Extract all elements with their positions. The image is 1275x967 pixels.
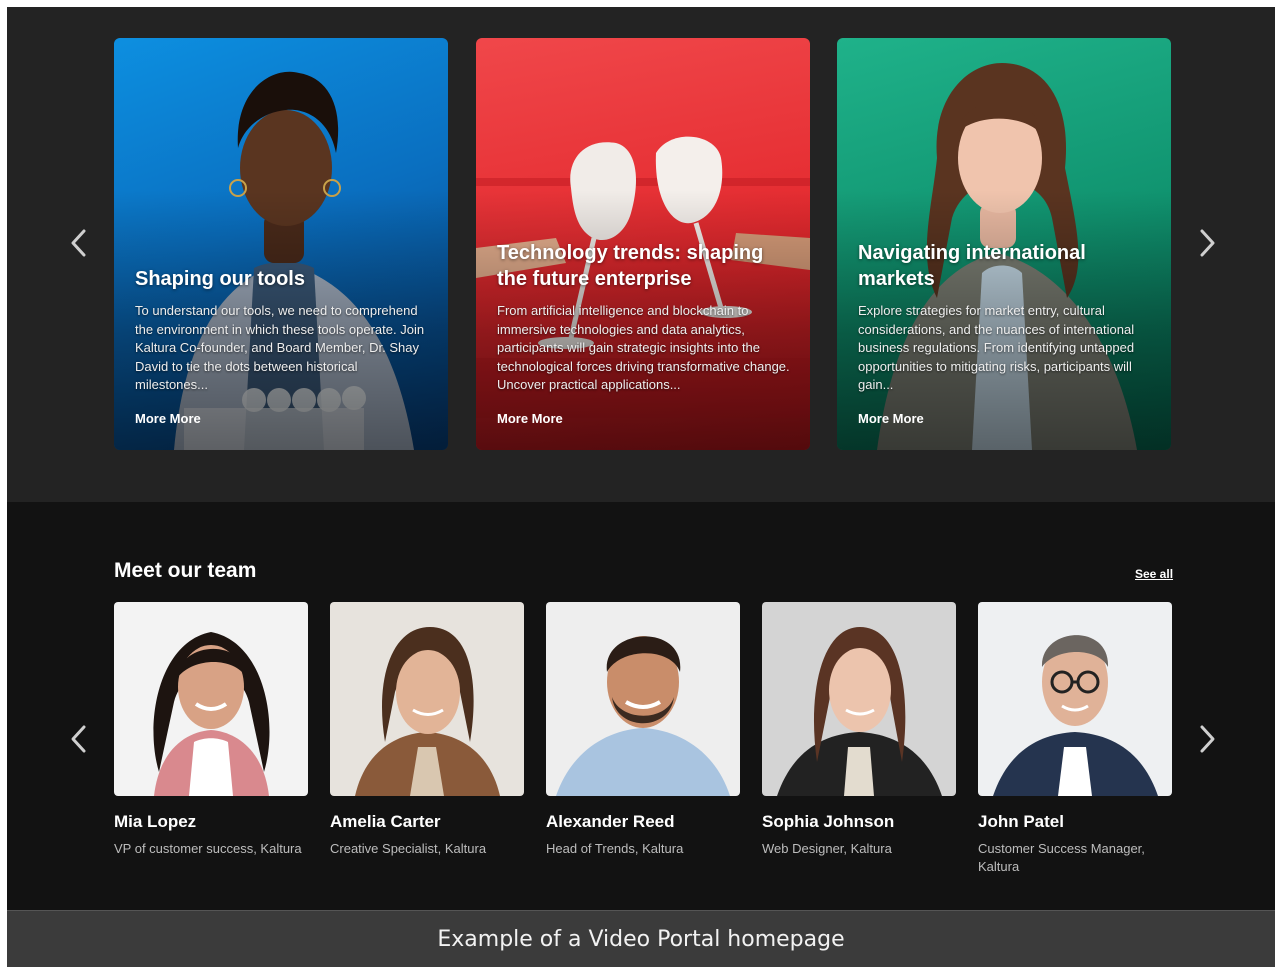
caption-text: Example of a Video Portal homepage bbox=[437, 926, 845, 952]
member-role: VP of customer success, Kaltura bbox=[114, 841, 302, 856]
card-title: Shaping our tools bbox=[135, 268, 305, 290]
card-more-link[interactable]: More More bbox=[858, 411, 924, 426]
member-photo bbox=[330, 602, 524, 796]
member-name: Sophia Johnson bbox=[762, 812, 895, 831]
member-photo bbox=[978, 602, 1172, 796]
member-role: Head of Trends, Kaltura bbox=[546, 841, 684, 856]
member-photo bbox=[114, 602, 308, 796]
card-description: To understand our tools, we need to comp… bbox=[135, 303, 425, 393]
member-name: Mia Lopez bbox=[114, 812, 197, 831]
feature-card[interactable]: Technology trends: shaping the future en… bbox=[476, 38, 810, 450]
caption-bar: Example of a Video Portal homepage bbox=[7, 910, 1275, 967]
member-name: Amelia Carter bbox=[330, 812, 441, 831]
member-name: Alexander Reed bbox=[546, 812, 675, 831]
carousel-prev-button[interactable] bbox=[59, 223, 99, 263]
portal-frame: Shaping our tools To understand our tool… bbox=[7, 7, 1275, 967]
member-name: John Patel bbox=[978, 812, 1064, 831]
card-title: Navigating international markets bbox=[858, 242, 1086, 290]
card-title: Technology trends: shaping the future en… bbox=[497, 242, 764, 290]
card-more-link[interactable]: More More bbox=[135, 411, 201, 426]
card-description: Explore strategies for market entry, cul… bbox=[858, 303, 1135, 393]
team-member-card[interactable]: Sophia Johnson Web Designer, Kaltura bbox=[762, 602, 956, 858]
team-member-card[interactable]: Mia Lopez VP of customer success, Kaltur… bbox=[114, 602, 308, 858]
team-prev-button[interactable] bbox=[59, 719, 99, 759]
feature-card[interactable]: Shaping our tools To understand our tool… bbox=[114, 38, 448, 450]
chevron-right-icon bbox=[1200, 725, 1215, 753]
feature-card[interactable]: Navigating international markets Explore… bbox=[837, 38, 1171, 450]
team-next-button[interactable] bbox=[1187, 719, 1227, 759]
member-role: Customer Success Manager, Kaltura bbox=[978, 841, 1145, 874]
card-more-link[interactable]: More More bbox=[497, 411, 563, 426]
card-description: From artificial intelligence and blockch… bbox=[497, 303, 790, 393]
carousel-next-button[interactable] bbox=[1187, 223, 1227, 263]
chevron-right-icon bbox=[1200, 229, 1215, 257]
chevron-left-icon bbox=[71, 725, 86, 753]
team-member-card[interactable]: Amelia Carter Creative Specialist, Kaltu… bbox=[330, 602, 524, 858]
team-member-card[interactable]: Alexander Reed Head of Trends, Kaltura bbox=[546, 602, 740, 858]
see-all-link[interactable]: See all bbox=[1135, 567, 1173, 581]
section-title: Meet our team bbox=[114, 559, 257, 582]
chevron-left-icon bbox=[71, 229, 86, 257]
member-role: Web Designer, Kaltura bbox=[762, 841, 892, 856]
member-photo bbox=[546, 602, 740, 796]
member-role: Creative Specialist, Kaltura bbox=[330, 841, 487, 856]
team-member-card[interactable]: John Patel Customer Success Manager, Kal… bbox=[978, 602, 1172, 876]
member-photo bbox=[762, 602, 956, 796]
featured-carousel: Shaping our tools To understand our tool… bbox=[7, 7, 1275, 502]
